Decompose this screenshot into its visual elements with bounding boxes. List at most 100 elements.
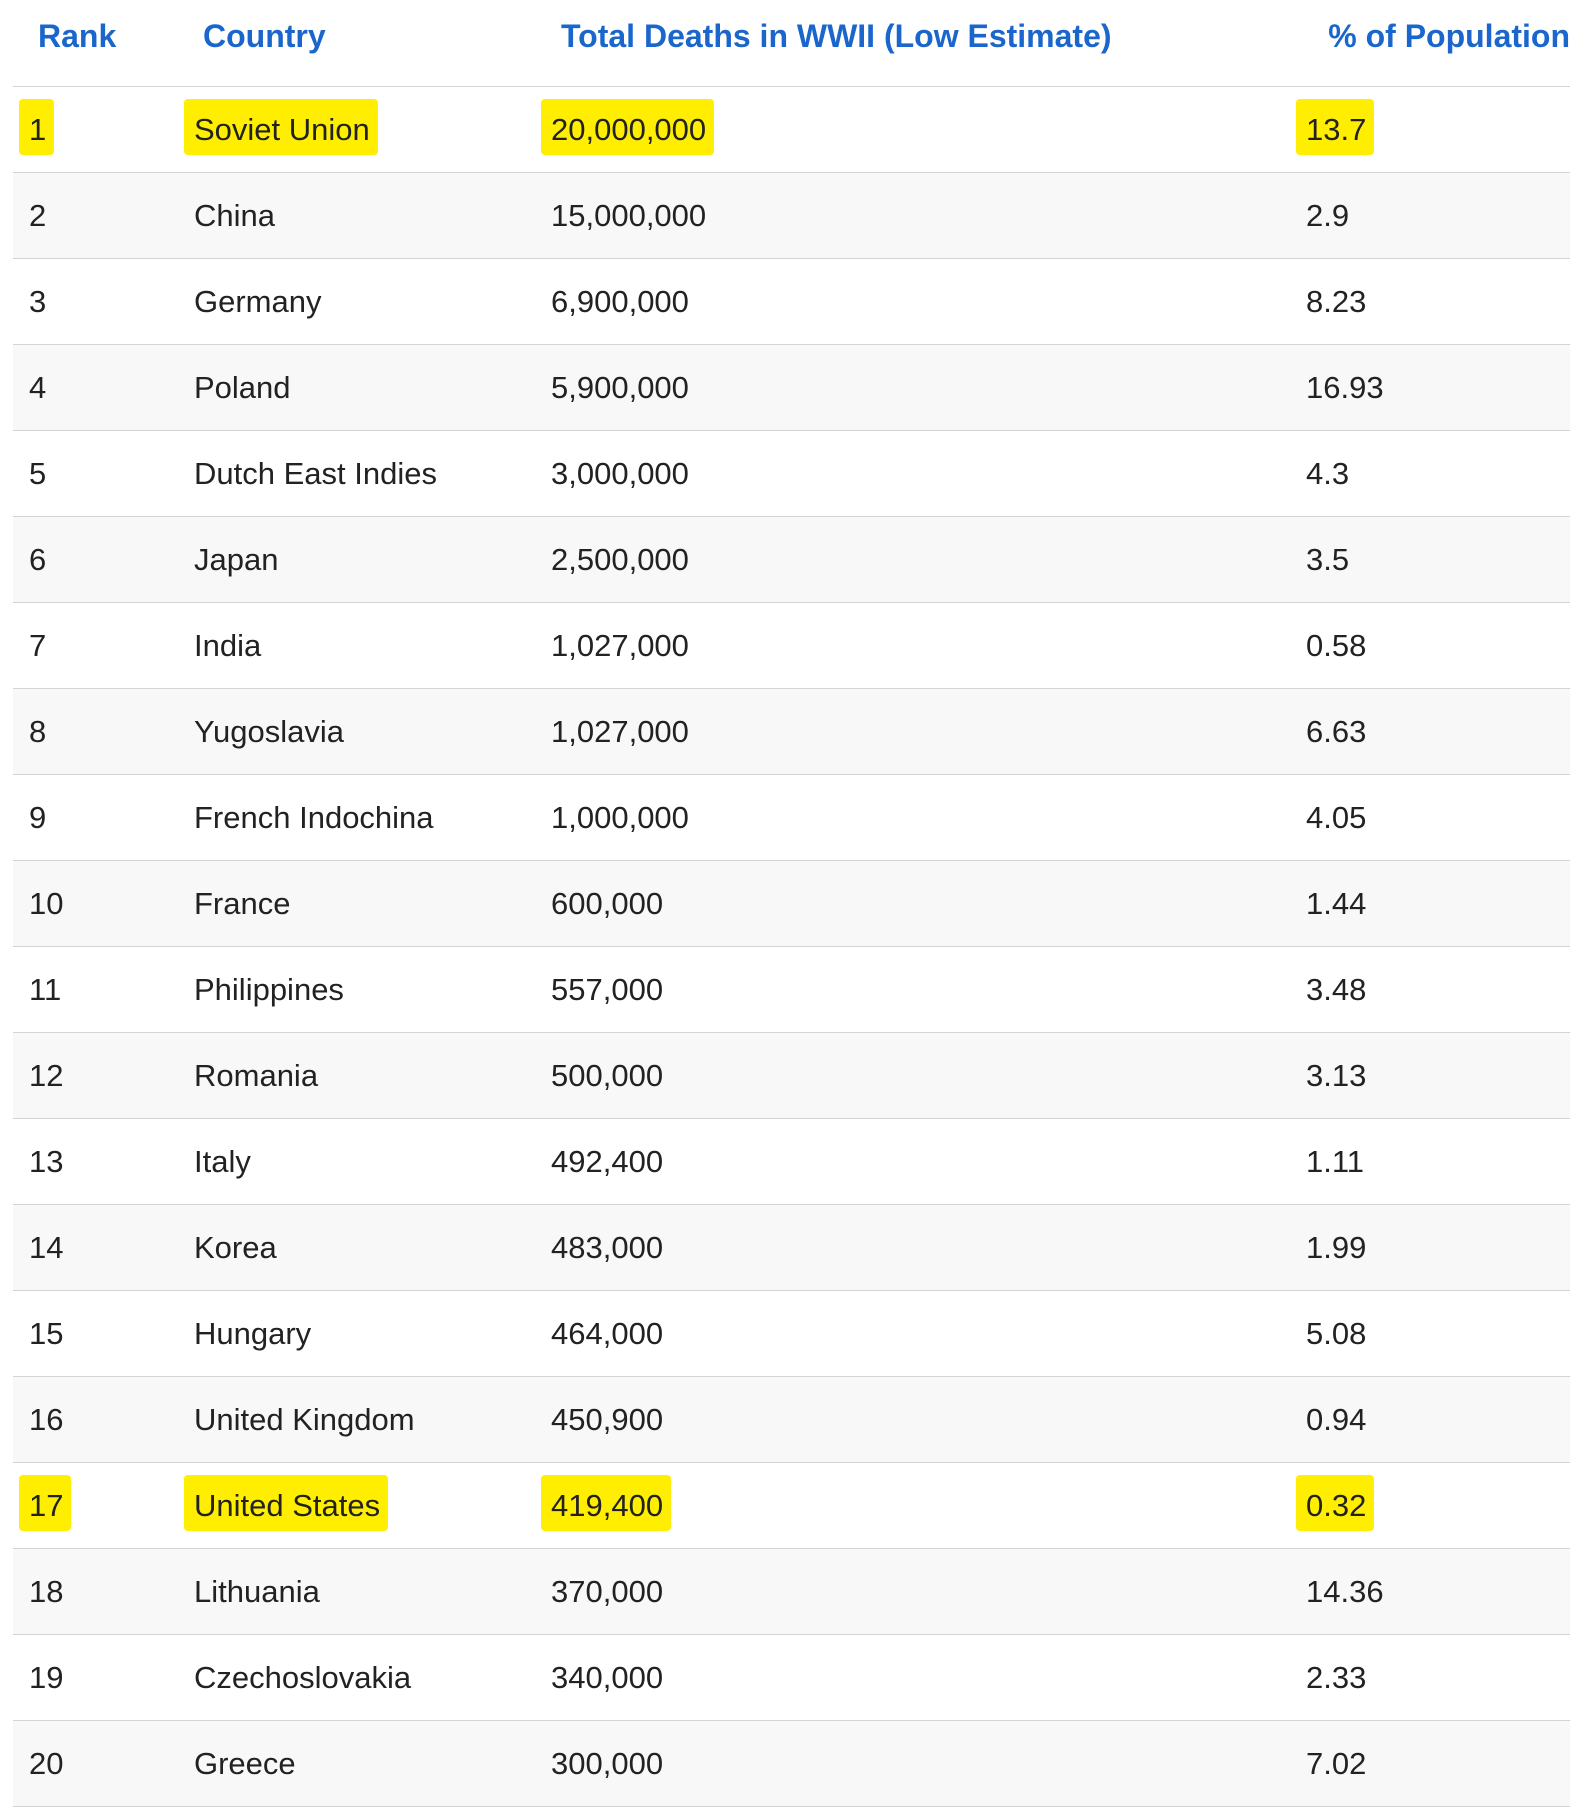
cell-country: Italy [194,1119,251,1204]
cell-total-deaths-text: 15,000,000 [551,198,707,233]
cell-total-deaths: 3,000,000 [551,431,689,516]
cell-percent-population: 0.58 [1306,603,1366,688]
cell-total-deaths: 500,000 [551,1033,663,1118]
cell-total-deaths-text: 500,000 [551,1058,664,1093]
cell-rank: 18 [29,1549,63,1634]
cell-percent-population: 14.36 [1306,1549,1384,1634]
cell-country: Philippines [194,947,344,1032]
cell-percent-population-text: 0.58 [1306,628,1367,663]
cell-total-deaths: 464,000 [551,1291,663,1376]
cell-rank: 7 [29,603,46,688]
cell-total-deaths: 300,000 [551,1721,663,1806]
cell-country-text: Philippines [194,972,344,1007]
cell-percent-population-text: 2.33 [1306,1660,1367,1695]
cell-percent-population-text: 6.63 [1306,714,1367,749]
cell-percent-population: 1.99 [1306,1205,1366,1290]
wwii-deaths-table: Rank Country Total Deaths in WWII (Low E… [13,0,1570,1807]
cell-percent-population-text: 8.23 [1306,284,1367,319]
cell-country: Poland [194,345,291,430]
header-total-deaths[interactable]: Total Deaths in WWII (Low Estimate) [561,0,1112,72]
header-country[interactable]: Country [203,0,326,72]
header-rank[interactable]: Rank [38,0,116,72]
cell-total-deaths: 600,000 [551,861,663,946]
table-row: 3 Germany 6,900,000 8.23 [13,259,1570,345]
cell-percent-population: 2.9 [1306,173,1349,258]
cell-total-deaths-text: 2,500,000 [551,542,689,577]
table-row: 6 Japan 2,500,000 3.5 [13,517,1570,603]
table-row: 8 Yugoslavia 1,027,000 6.63 [13,689,1570,775]
cell-percent-population-text: 4.3 [1306,456,1350,491]
cell-total-deaths: 1,027,000 [551,603,689,688]
cell-total-deaths: 6,900,000 [551,259,689,344]
cell-total-deaths-text: 340,000 [551,1660,664,1695]
cell-rank: 14 [29,1205,63,1290]
cell-total-deaths: 450,900 [551,1377,663,1462]
cell-rank: 17 [19,1463,71,1548]
cell-total-deaths-text: 3,000,000 [551,456,689,491]
cell-total-deaths-text: 370,000 [551,1574,664,1609]
cell-country: Soviet Union [184,87,378,172]
cell-country-text: United Kingdom [194,1402,415,1437]
cell-rank: 16 [29,1377,63,1462]
cell-percent-population: 4.05 [1306,775,1366,860]
cell-percent-population-text: 1.11 [1306,1144,1365,1179]
cell-country: India [194,603,261,688]
cell-country: Dutch East Indies [194,431,437,516]
cell-percent-population-text: 13.7 [1306,112,1367,147]
cell-country-text: Greece [194,1746,296,1781]
cell-total-deaths: 5,900,000 [551,345,689,430]
cell-percent-population: 3.13 [1306,1033,1366,1118]
cell-country: Greece [194,1721,296,1806]
cell-rank-text: 1 [29,112,47,147]
cell-total-deaths-text: 5,900,000 [551,370,689,405]
cell-total-deaths: 370,000 [551,1549,663,1634]
cell-rank: 2 [29,173,46,258]
cell-rank: 13 [29,1119,63,1204]
cell-country: Korea [194,1205,277,1290]
table-row: 13 Italy 492,400 1.11 [13,1119,1570,1205]
cell-country: France [194,861,290,946]
cell-country-text: United States [194,1488,381,1523]
cell-rank: 5 [29,431,46,516]
cell-total-deaths-text: 1,000,000 [551,800,689,835]
cell-rank-text: 13 [29,1144,64,1179]
table-row: 9 French Indochina 1,000,000 4.05 [13,775,1570,861]
table-row: 7 India 1,027,000 0.58 [13,603,1570,689]
cell-rank: 8 [29,689,46,774]
cell-rank-text: 2 [29,198,47,233]
cell-country-text: Hungary [194,1316,312,1351]
cell-country: Germany [194,259,321,344]
cell-country-text: French Indochina [194,800,434,835]
cell-total-deaths-text: 450,900 [551,1402,664,1437]
cell-total-deaths: 419,400 [541,1463,671,1548]
cell-rank-text: 3 [29,284,47,319]
cell-percent-population: 16.93 [1306,345,1384,430]
cell-total-deaths: 483,000 [551,1205,663,1290]
table-row: 4 Poland 5,900,000 16.93 [13,345,1570,431]
cell-percent-population: 8.23 [1306,259,1366,344]
cell-rank-text: 11 [29,972,62,1007]
cell-total-deaths: 557,000 [551,947,663,1032]
cell-total-deaths-text: 6,900,000 [551,284,689,319]
cell-country: Romania [194,1033,318,1118]
cell-percent-population: 0.32 [1296,1463,1374,1548]
cell-percent-population: 2.33 [1306,1635,1366,1720]
cell-country: Yugoslavia [194,689,344,774]
cell-country-text: Italy [194,1144,251,1179]
cell-percent-population: 6.63 [1306,689,1366,774]
cell-rank-text: 10 [29,886,64,921]
cell-percent-population-text: 3.13 [1306,1058,1367,1093]
table-body: 1 Soviet Union 20,000,000 13.7 2 China 15,000,… [13,87,1570,1807]
cell-country: Czechoslovakia [194,1635,411,1720]
cell-country-text: Poland [194,370,291,405]
cell-percent-population-text: 3.5 [1306,542,1350,577]
cell-country: United Kingdom [194,1377,415,1462]
cell-total-deaths: 1,000,000 [551,775,689,860]
cell-country: Lithuania [194,1549,320,1634]
cell-percent-population-text: 0.32 [1306,1488,1367,1523]
header-percent-population[interactable]: % of Population [1328,0,1570,72]
cell-rank: 9 [29,775,46,860]
cell-percent-population: 13.7 [1296,87,1374,172]
table-row: 19 Czechoslovakia 340,000 2.33 [13,1635,1570,1721]
cell-rank: 1 [19,87,54,172]
